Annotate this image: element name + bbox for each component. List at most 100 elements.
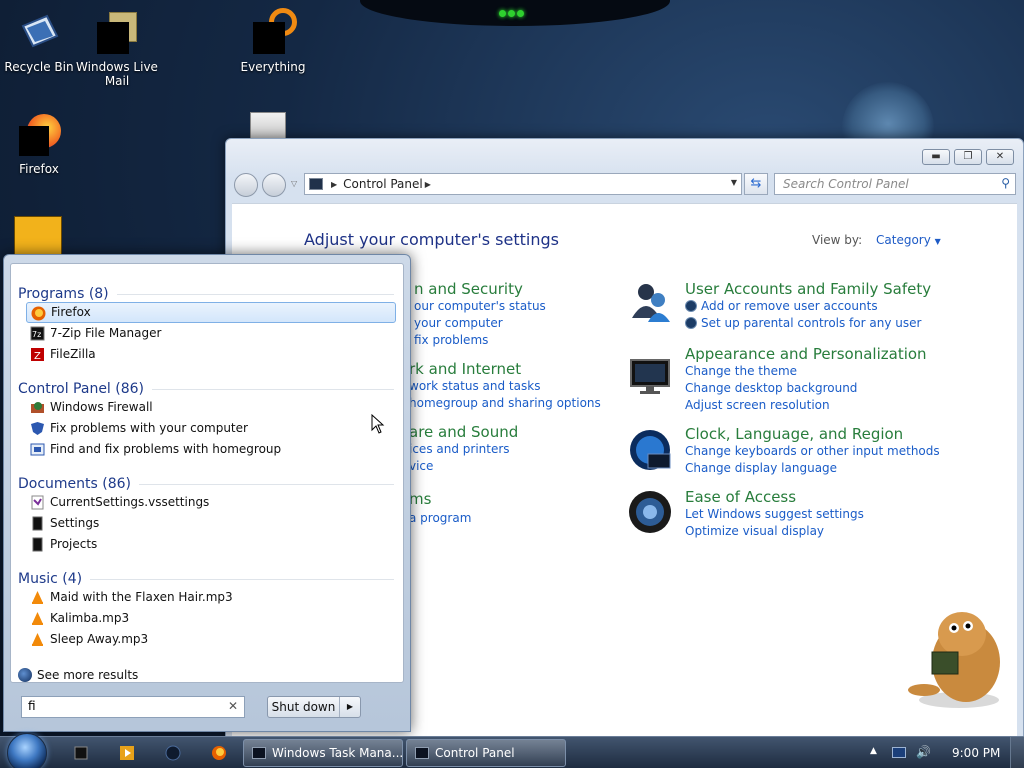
result-item-fix-problems[interactable]: Fix problems with your computer [26, 418, 396, 439]
start-button[interactable] [7, 733, 47, 768]
search-results-panel: Programs (8) Firefox 7z 7-Zip File Manag… [10, 263, 404, 683]
result-item-filezilla[interactable]: Z FileZilla [26, 344, 396, 365]
result-item-firefox[interactable]: Firefox [26, 302, 396, 323]
category-link[interactable]: work status and tasks [409, 378, 601, 395]
search-icon[interactable]: ⚲ [1001, 176, 1010, 190]
clock[interactable]: 9:00 PM [952, 746, 1000, 760]
desktop-icon-firefox[interactable]: Firefox [0, 114, 81, 176]
back-button[interactable] [234, 173, 258, 197]
recycle-bin-icon [17, 12, 61, 56]
category-link[interactable]: Let Windows suggest settings [685, 506, 864, 523]
category-title[interactable]: are and Sound [409, 423, 518, 441]
result-label: Firefox [51, 305, 91, 319]
result-item-sleep-away[interactable]: Sleep Away.mp3 [26, 629, 396, 650]
desktop-icon-windows-live-mail[interactable]: Windows Live Mail [75, 12, 159, 88]
category-link[interactable]: vice [409, 458, 518, 475]
result-item-projects[interactable]: Projects [26, 534, 396, 555]
category-system-security: n and Security our computer's status you… [414, 280, 546, 349]
category-title[interactable]: rk and Internet [409, 360, 601, 378]
control-panel-icon [309, 178, 323, 190]
show-hidden-icons-icon[interactable]: ▲ [870, 746, 877, 756]
results-section-header[interactable]: Music (4) [18, 571, 394, 587]
result-item-homegroup[interactable]: Find and fix problems with homegroup [26, 439, 396, 460]
view-by-dropdown[interactable]: Category ▼ [876, 233, 941, 247]
section-title: Control Panel (86) [18, 381, 145, 397]
shutdown-button[interactable]: Shut down ▶ [267, 696, 361, 718]
address-dropdown-icon[interactable]: ▼ [731, 178, 737, 187]
desktop-file-icon[interactable] [250, 112, 286, 140]
taskbar: Windows Task Mana... Control Panel ▲ 🔊 9… [0, 733, 1024, 768]
desktop-top-gadget [360, 0, 670, 26]
results-section-header[interactable]: Documents (86) [18, 476, 394, 492]
close-button[interactable]: ✕ [986, 149, 1014, 165]
shutdown-options-arrow-icon[interactable]: ▶ [340, 697, 360, 717]
results-section-header[interactable]: Programs (8) [18, 286, 394, 302]
category-link[interactable]: Optimize visual display [685, 523, 864, 540]
result-label: Find and fix problems with homegroup [50, 442, 282, 456]
category-title[interactable]: Appearance and Personalization [685, 345, 927, 363]
category-link[interactable]: Add or remove user accounts [685, 298, 931, 315]
desktop-icon-label: Firefox [19, 162, 59, 176]
volume-icon[interactable]: 🔊 [916, 745, 931, 759]
desktop-icon-everything[interactable]: Everything [231, 8, 315, 74]
breadcrumb-arrow-icon[interactable]: ▶ [331, 180, 337, 189]
category-link[interactable]: a program [409, 510, 471, 527]
network-icon[interactable] [892, 747, 906, 758]
start-search-input[interactable]: fi ✕ [21, 696, 245, 718]
result-label: Sleep Away.mp3 [50, 632, 149, 646]
breadcrumb-arrow-icon[interactable]: ▶ [425, 180, 431, 189]
results-section-header[interactable]: Control Panel (86) [18, 381, 394, 397]
clear-search-icon[interactable]: ✕ [228, 699, 238, 713]
filezilla-icon: Z [30, 347, 45, 362]
settings-file-icon [30, 495, 45, 510]
recent-pages-dropdown[interactable]: ▽ [291, 179, 297, 188]
hamster-mascot-image [904, 600, 1004, 710]
category-link[interactable]: Change desktop background [685, 380, 927, 397]
result-item-currentsettings[interactable]: CurrentSettings.vssettings [26, 492, 396, 513]
view-by: View by: Category ▼ [812, 233, 941, 247]
search-control-panel-input[interactable]: Search Control Panel ⚲ [774, 173, 1016, 195]
taskbar-globe-icon[interactable] [164, 745, 182, 761]
taskbar-task-control-panel[interactable]: Control Panel [406, 739, 566, 767]
taskbar-task-task-manager[interactable]: Windows Task Mana... [243, 739, 403, 767]
task-label: Control Panel [435, 746, 515, 760]
result-item-7zip[interactable]: 7z 7-Zip File Manager [26, 323, 396, 344]
category-link[interactable]: fix problems [414, 332, 546, 349]
category-title[interactable]: User Accounts and Family Safety [685, 280, 931, 298]
media-player-icon[interactable] [118, 745, 136, 761]
search-query-text: fi [28, 699, 36, 713]
category-title[interactable]: ms [409, 490, 471, 508]
breadcrumb-control-panel[interactable]: Control Panel [343, 177, 423, 191]
maximize-button[interactable]: ❐ [954, 149, 982, 165]
result-item-windows-firewall[interactable]: Windows Firewall [26, 397, 396, 418]
category-link[interactable]: your computer [414, 315, 546, 332]
taskbar-pinned-app-icon[interactable] [72, 745, 90, 761]
desktop-icon-recycle-bin[interactable]: Recycle Bin [0, 12, 81, 74]
category-link[interactable]: homegroup and sharing options [409, 395, 601, 412]
view-by-label: View by: [812, 233, 863, 247]
refresh-button[interactable]: ⇆ [744, 173, 768, 195]
forward-button[interactable] [262, 173, 286, 197]
see-more-results-link[interactable]: See more results [18, 668, 138, 682]
category-link[interactable]: our computer's status [414, 298, 546, 315]
folder-icon [30, 537, 45, 552]
address-bar[interactable]: ▶ Control Panel ▶ ▼ [304, 173, 742, 195]
section-title: Programs (8) [18, 286, 109, 302]
firewall-icon [30, 400, 45, 415]
desktop-app-icon[interactable] [14, 216, 62, 256]
category-link[interactable]: Adjust screen resolution [685, 397, 927, 414]
minimize-button[interactable]: ▬ [922, 149, 950, 165]
result-item-maid-flaxen-hair[interactable]: Maid with the Flaxen Hair.mp3 [26, 587, 396, 608]
show-desktop-button[interactable] [1010, 737, 1024, 768]
category-title[interactable]: Clock, Language, and Region [685, 425, 940, 443]
category-title[interactable]: Ease of Access [685, 488, 864, 506]
category-link[interactable]: Change display language [685, 460, 940, 477]
result-item-settings[interactable]: Settings [26, 513, 396, 534]
category-title[interactable]: n and Security [414, 280, 546, 298]
category-link[interactable]: ices and printers [409, 441, 518, 458]
firefox-icon[interactable] [210, 745, 228, 761]
category-link[interactable]: Set up parental controls for any user [685, 315, 931, 332]
category-link[interactable]: Change the theme [685, 363, 927, 380]
result-item-kalimba[interactable]: Kalimba.mp3 [26, 608, 396, 629]
category-link[interactable]: Change keyboards or other input methods [685, 443, 940, 460]
